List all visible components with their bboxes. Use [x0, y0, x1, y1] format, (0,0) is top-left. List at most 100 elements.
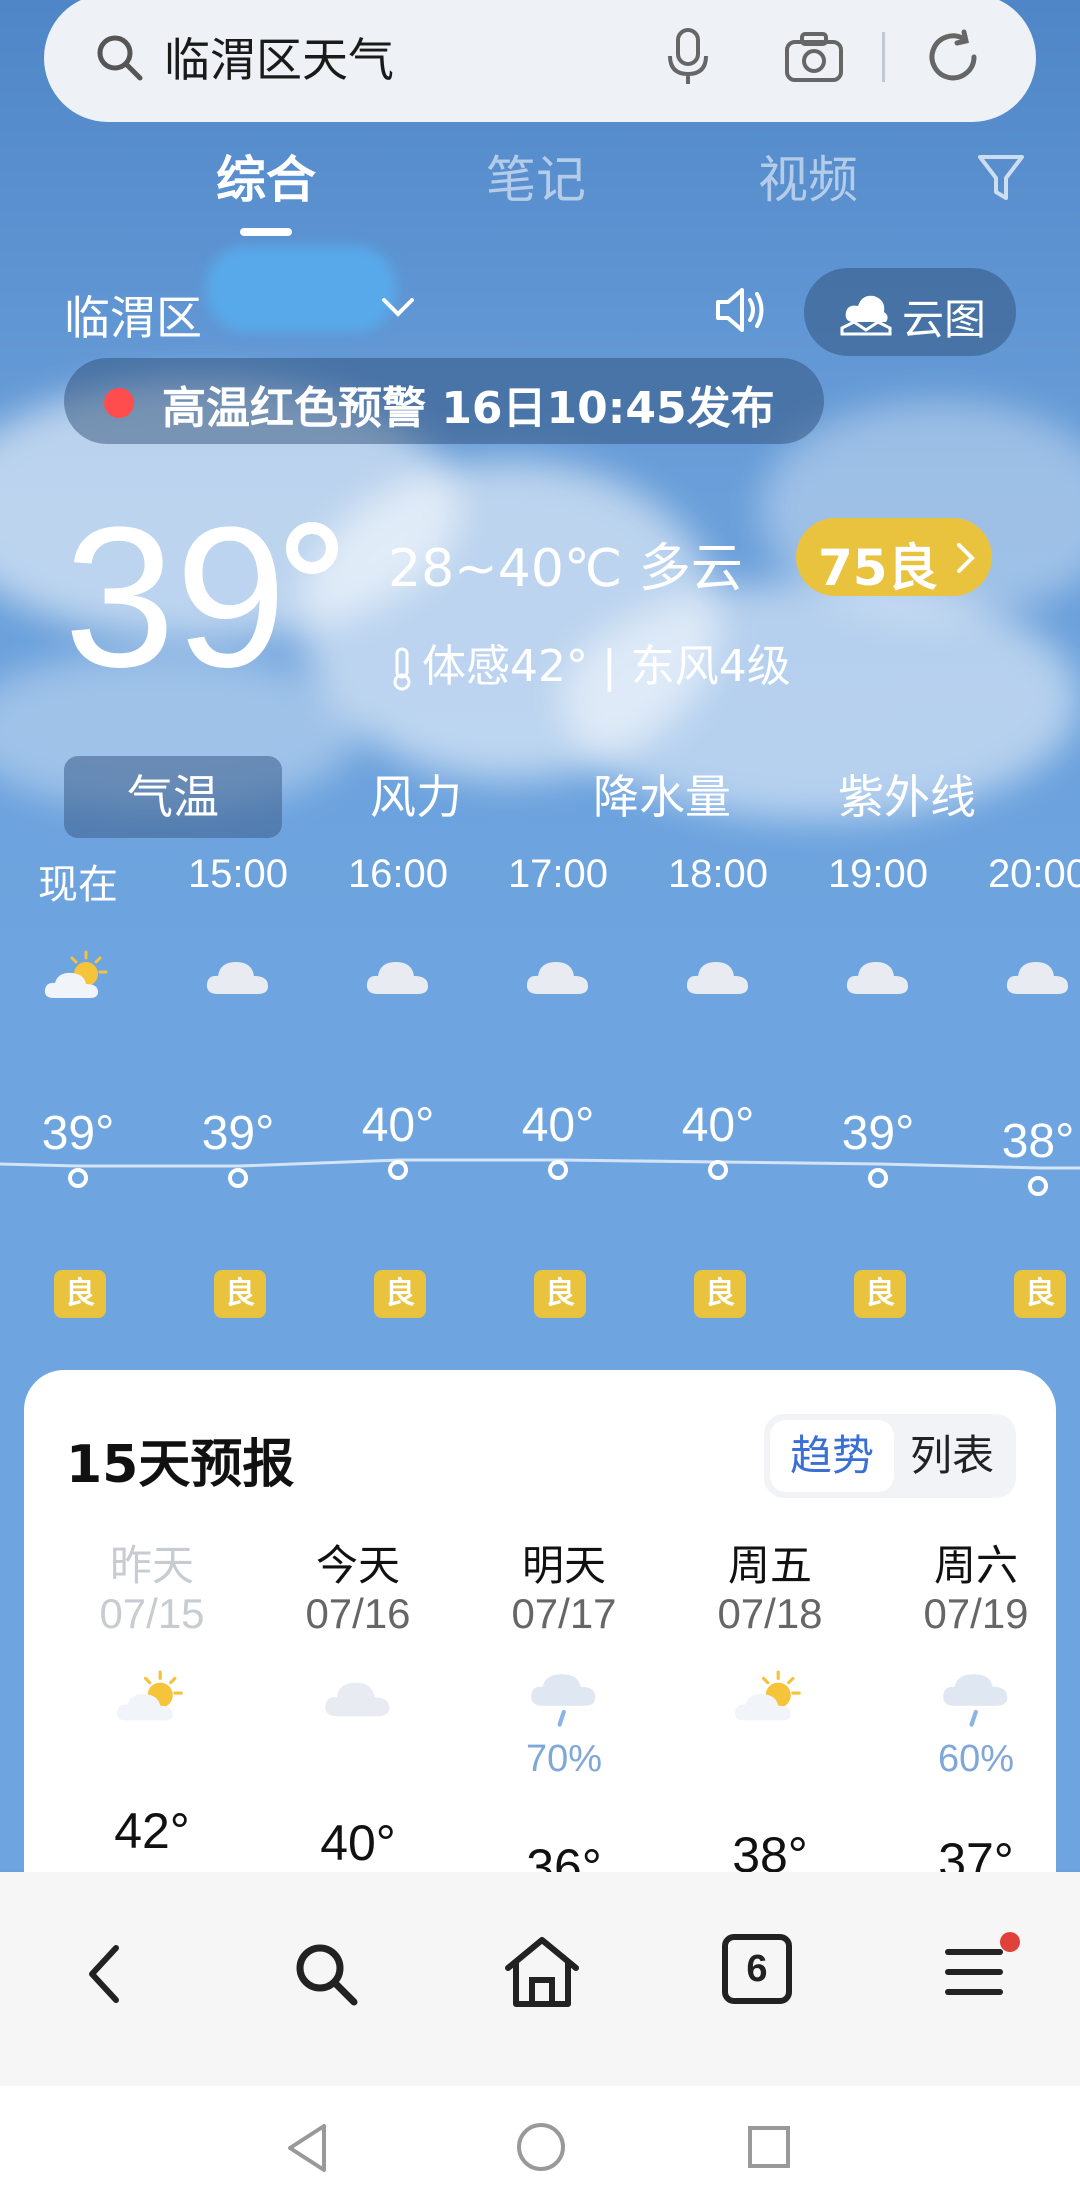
search-icon[interactable] — [292, 1940, 362, 2010]
tab-wind[interactable]: 风力 — [326, 756, 506, 838]
tab-uv[interactable]: 紫外线 — [812, 756, 1002, 838]
hourly-item[interactable]: 19:00 39° 良 — [808, 852, 948, 1318]
day-name: 昨天 — [109, 1541, 194, 1590]
cloud-icon — [366, 962, 428, 994]
hour-time: 16:00 — [347, 852, 449, 896]
sun-cloud-icon — [735, 1670, 801, 1721]
hourly-item[interactable]: 现在 39° 良 — [8, 852, 148, 1318]
precip-chance: 60% — [937, 1738, 1015, 1780]
sun-cloud-icon — [44, 950, 108, 998]
hour-time: 20:00 — [987, 852, 1080, 896]
hourly-item[interactable]: 17:00 40° 良 — [488, 852, 628, 1318]
location-name[interactable]: 临渭区 — [64, 282, 202, 348]
day-date: 07/18 — [717, 1590, 823, 1637]
day-date: 07/15 — [99, 1590, 205, 1637]
active-tab-indicator — [240, 228, 292, 236]
hour-time: 现在 — [38, 863, 118, 907]
search-icon — [97, 35, 143, 81]
weather-alert[interactable]: 高温红色预警 16日10:45发布 — [64, 358, 824, 444]
cloud-icon — [1006, 962, 1068, 994]
search-bar[interactable]: 临渭区天气 — [44, 0, 1036, 122]
browser-toolbar: 6 — [0, 1872, 1080, 2086]
cloud-map-button[interactable]: 云图 — [804, 268, 1016, 356]
sun-cloud-icon — [117, 1670, 183, 1721]
day-date: 07/19 — [923, 1590, 1029, 1637]
degree-symbol — [286, 522, 338, 574]
hourly-item[interactable]: 16:00 40° 良 — [328, 852, 468, 1318]
cloud-icon — [206, 962, 268, 994]
hour-aqi-badge: 良 — [214, 1270, 266, 1318]
content-tabs: 综合 笔记 视频 — [0, 140, 1080, 240]
nav-home-icon[interactable] — [514, 2120, 568, 2174]
back-icon[interactable] — [84, 1942, 124, 2006]
hour-aqi-badge: 良 — [54, 1270, 106, 1318]
feels-like-text: 体感42° | 东风4级 — [422, 641, 791, 692]
hour-time: 17:00 — [507, 852, 609, 896]
chevron-down-icon[interactable] — [380, 296, 416, 320]
day-name: 明天 — [521, 1541, 606, 1590]
day-name: 周六 — [933, 1541, 1018, 1590]
temperature-curve — [0, 1158, 1080, 1170]
system-navigation-bar — [0, 2086, 1080, 2204]
refresh-icon[interactable] — [924, 28, 982, 86]
tab-general[interactable]: 综合 — [216, 140, 316, 212]
day-date: 07/17 — [511, 1590, 617, 1637]
rain-cloud-icon — [531, 1674, 596, 1727]
metric-tabs: 气温 风力 降水量 紫外线 — [0, 756, 1080, 838]
cloud-map-label: 云图 — [902, 295, 987, 344]
hourly-forecast[interactable]: 现在 39° 良 15:00 39° 良 16:00 40° 良 17:00 40° 良 18:00 40… — [0, 852, 1080, 1332]
cloud-icon — [325, 1682, 390, 1717]
hour-time: 18:00 — [667, 852, 769, 896]
hourly-item[interactable]: 20:00 38° 良 — [968, 852, 1080, 1318]
alert-dot — [104, 388, 134, 418]
tab-temperature[interactable]: 气温 — [64, 756, 282, 838]
tab-notes[interactable]: 笔记 — [486, 140, 586, 212]
cloud-icon — [526, 962, 588, 994]
cloud-icon — [686, 962, 748, 994]
trend-view-button[interactable]: 趋势 — [770, 1420, 894, 1492]
forecast-title: 15天预报 — [66, 1435, 295, 1495]
view-toggle: 趋势 列表 — [764, 1414, 1016, 1498]
thermometer-icon — [393, 647, 411, 691]
day-name: 今天 — [315, 1541, 400, 1590]
hour-time: 19:00 — [827, 852, 929, 896]
aqi-label: 75良 — [818, 539, 938, 597]
tab-videos[interactable]: 视频 — [758, 140, 858, 212]
temperature-range: 28~40℃ 多云 — [388, 539, 743, 599]
aqi-badge[interactable]: 75良 — [796, 518, 992, 597]
hour-aqi-badge: 良 — [1014, 1270, 1066, 1318]
forecast-card: 15天预报 趋势 列表 昨天 07/15 42° 今天 07/16 40° 明天 07/17 7… — [24, 1370, 1056, 1930]
home-icon[interactable] — [502, 1934, 582, 2010]
hourly-item[interactable]: 18:00 40° 良 — [648, 852, 788, 1318]
hour-aqi-badge: 良 — [694, 1270, 746, 1318]
speaker-icon[interactable] — [712, 284, 768, 336]
tabs-count-button[interactable]: 6 — [722, 1934, 792, 2004]
hour-time: 15:00 — [187, 852, 289, 896]
notification-dot — [1000, 1932, 1020, 1952]
list-view-button[interactable]: 列表 — [894, 1420, 1010, 1492]
camera-icon[interactable] — [784, 30, 844, 82]
menu-icon[interactable] — [944, 1938, 1004, 2004]
hourly-item[interactable]: 15:00 39° 良 — [168, 852, 308, 1318]
nav-back-icon[interactable] — [284, 2122, 332, 2174]
day-high-temp: 42° — [114, 1803, 190, 1859]
tab-precipitation[interactable]: 降水量 — [562, 756, 762, 838]
hour-aqi-badge: 良 — [534, 1270, 586, 1318]
day-name: 周五 — [727, 1541, 812, 1590]
precip-chance: 70% — [525, 1738, 603, 1780]
day-date: 07/16 — [305, 1590, 411, 1637]
feels-like: 体感42° | 东风4级 — [390, 630, 791, 694]
current-temperature: 39 — [64, 486, 287, 709]
microphone-icon[interactable] — [666, 28, 710, 88]
chevron-right-icon — [957, 543, 975, 573]
nav-recents-icon[interactable] — [746, 2124, 792, 2170]
alert-text: 高温红色预警 16日10:45发布 — [162, 383, 775, 434]
hour-aqi-badge: 良 — [374, 1270, 426, 1318]
redacted-location — [206, 246, 396, 332]
search-input[interactable]: 临渭区天气 — [164, 24, 394, 90]
cloud-icon — [846, 962, 908, 994]
day-high-temp: 40° — [320, 1815, 396, 1871]
filter-icon[interactable] — [976, 152, 1026, 204]
hour-aqi-badge: 良 — [854, 1270, 906, 1318]
divider — [882, 32, 885, 82]
